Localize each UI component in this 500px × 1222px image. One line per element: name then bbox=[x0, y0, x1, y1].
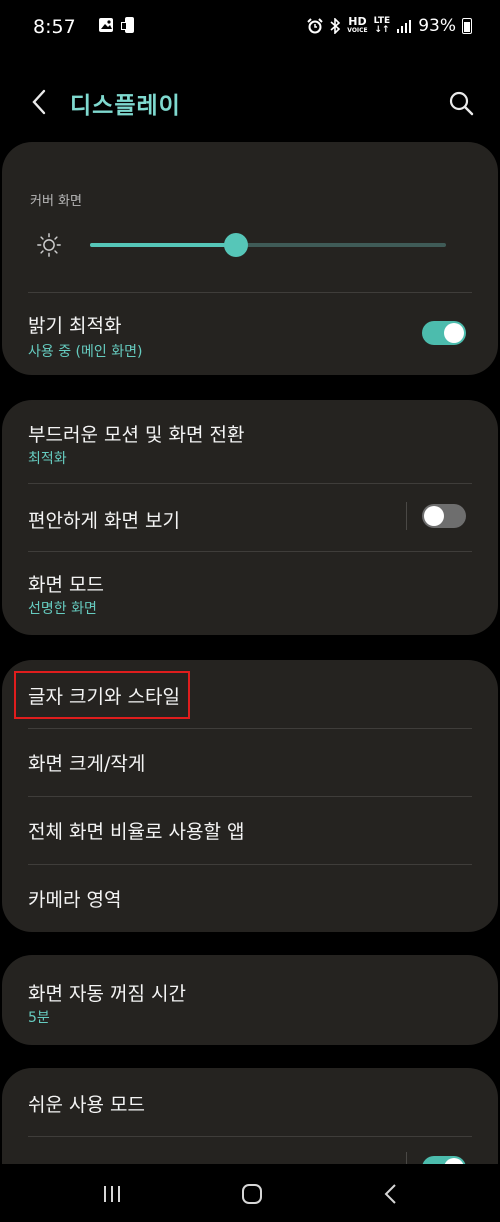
battery-icon bbox=[462, 18, 472, 34]
hd-voice-indicator: HD VOICE bbox=[347, 15, 368, 34]
motion-smoothness-title: 부드러운 모션 및 화면 전환 bbox=[28, 424, 245, 446]
status-bar: 8:57 HD VOICE LTE ↓↑ 93% bbox=[0, 0, 500, 56]
divider bbox=[28, 1136, 472, 1137]
page-title: 디스플레이 bbox=[70, 93, 181, 119]
gallery-icon bbox=[99, 18, 113, 32]
alarm-icon bbox=[307, 18, 323, 34]
eye-comfort-toggle[interactable] bbox=[422, 504, 466, 528]
screen-zoom-row[interactable]: 화면 크게/작게 bbox=[0, 729, 496, 795]
screen-zoom-title: 화면 크게/작게 bbox=[28, 753, 146, 775]
signal-icon bbox=[397, 20, 412, 33]
brightness-slider-thumb[interactable] bbox=[224, 233, 248, 257]
status-time: 8:57 bbox=[33, 16, 76, 38]
battery-percent: 93% bbox=[418, 16, 456, 36]
search-button[interactable] bbox=[448, 90, 474, 116]
screen-mode-value: 선명한 화면 bbox=[28, 601, 97, 617]
back-button[interactable] bbox=[28, 88, 52, 116]
fullscreen-apps-title: 전체 화면 비율로 사용할 앱 bbox=[28, 821, 245, 843]
screen-timeout-value: 5분 bbox=[28, 1010, 50, 1026]
navigation-bar bbox=[0, 1164, 500, 1222]
screen-timeout-row[interactable]: 화면 자동 꺼짐 시간 5분 bbox=[0, 957, 496, 1043]
camera-cutout-row[interactable]: 카메라 영역 bbox=[0, 865, 496, 931]
easy-mode-title: 쉬운 사용 모드 bbox=[28, 1094, 145, 1116]
adaptive-brightness-toggle[interactable] bbox=[422, 321, 466, 345]
lte-indicator: LTE ↓↑ bbox=[373, 16, 391, 35]
easy-mode-row[interactable]: 쉬운 사용 모드 bbox=[0, 1070, 496, 1136]
adaptive-brightness-row[interactable]: 밝기 최적화 사용 중 (메인 화면) bbox=[0, 293, 496, 373]
brightness-slider-fill bbox=[90, 243, 236, 247]
home-button[interactable] bbox=[240, 1182, 264, 1206]
adaptive-brightness-status: 사용 중 (메인 화면) bbox=[28, 344, 143, 360]
status-indicators: HD VOICE LTE ↓↑ 93% bbox=[307, 16, 472, 36]
back-nav-button[interactable] bbox=[380, 1182, 404, 1206]
screen-timeout-title: 화면 자동 꺼짐 시간 bbox=[28, 983, 186, 1005]
camera-cutout-title: 카메라 영역 bbox=[28, 889, 122, 911]
eye-comfort-title: 편안하게 화면 보기 bbox=[28, 510, 180, 532]
eye-comfort-row[interactable]: 편안하게 화면 보기 bbox=[0, 484, 496, 550]
brightness-label: 커버 화면 bbox=[30, 194, 82, 209]
fullscreen-apps-row[interactable]: 전체 화면 비율로 사용할 앱 bbox=[0, 797, 496, 863]
highlight-box bbox=[14, 671, 190, 719]
phone-data-icon bbox=[121, 17, 134, 33]
row-separator bbox=[406, 502, 407, 530]
screen-mode-title: 화면 모드 bbox=[28, 574, 104, 596]
recent-apps-button[interactable] bbox=[100, 1182, 124, 1206]
bluetooth-icon bbox=[330, 18, 341, 34]
notification-icons bbox=[98, 16, 136, 34]
motion-smoothness-value: 최적화 bbox=[28, 451, 67, 467]
motion-smoothness-row[interactable]: 부드러운 모션 및 화면 전환 최적화 bbox=[0, 402, 496, 482]
adaptive-brightness-title: 밝기 최적화 bbox=[28, 315, 122, 337]
screen-mode-row[interactable]: 화면 모드 선명한 화면 bbox=[0, 552, 496, 632]
app-header: 디스플레이 bbox=[0, 78, 500, 126]
brightness-sun-icon bbox=[37, 233, 61, 257]
